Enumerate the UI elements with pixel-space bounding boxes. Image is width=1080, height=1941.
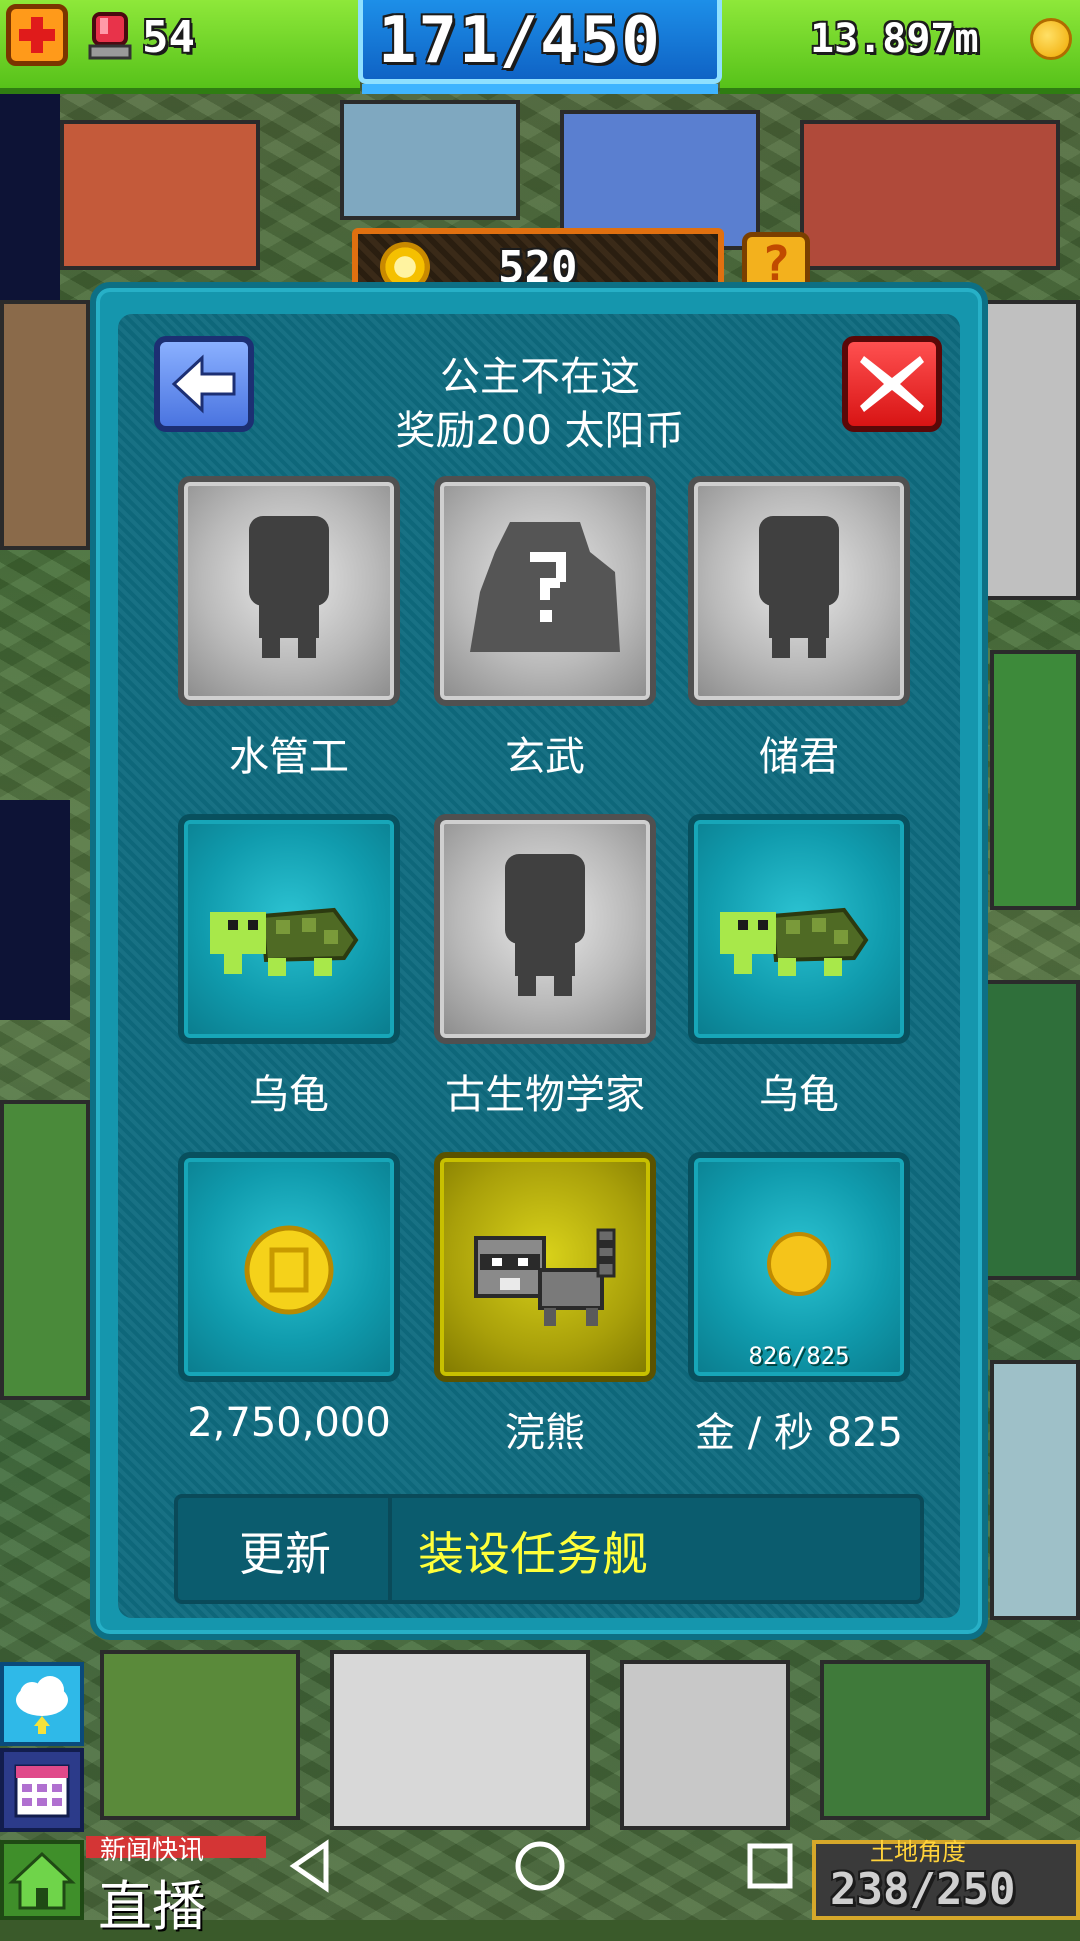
nav-back-icon[interactable] (282, 1836, 342, 1896)
top-hud: 54 171/450 13.897m (0, 0, 1080, 95)
tile-label: 乌龟 (249, 1072, 329, 1118)
dialog-title: 公主不在这 (440, 354, 640, 400)
tile-label: 储君 (759, 734, 839, 780)
tile-label: 乌龟 (759, 1072, 839, 1118)
task-link[interactable]: 装设任务舰 (418, 1518, 648, 1584)
turtle-icon (720, 907, 869, 976)
turtle-icon (210, 907, 359, 976)
tile-label: 2,750,000 (187, 1400, 391, 1446)
mystery-silhouette-icon (470, 522, 620, 652)
tile-label: 玄武 (505, 734, 585, 780)
siren-icon[interactable] (88, 8, 132, 62)
raccoon-icon (474, 1228, 616, 1326)
calendar-icon (14, 1764, 70, 1818)
tile-coin-reward[interactable] (178, 1152, 400, 1382)
arrow-left-icon (171, 354, 236, 414)
population-count: 171/450 (378, 4, 662, 78)
tile-raccoon[interactable] (434, 1152, 656, 1382)
tile-gold-per-second[interactable]: 826/825 (688, 1152, 910, 1382)
cloud-upload-icon (16, 1676, 68, 1734)
tile-paleontologist[interactable] (434, 814, 656, 1044)
siren-count: 54 (142, 12, 195, 63)
tile-crown-prince[interactable] (688, 476, 910, 706)
dialog-reward-text: 奖励200 太阳币 (395, 408, 685, 454)
nav-home-icon[interactable] (510, 1836, 570, 1896)
house-icon (8, 1851, 76, 1910)
tile-label: 金 / 秒 825 (695, 1410, 903, 1456)
coin-icon (244, 1225, 334, 1315)
medical-cross-button[interactable] (6, 4, 68, 66)
tile-turtle[interactable] (178, 814, 400, 1044)
gold-coin-icon (1030, 18, 1072, 60)
nav-recents-icon[interactable] (740, 1836, 800, 1896)
home-button[interactable] (0, 1840, 84, 1920)
tile-label: 古生物学家 (445, 1072, 645, 1118)
bar-divider (388, 1498, 392, 1600)
money-amount: 13.897m (810, 16, 979, 62)
tile-xuanwu[interactable] (434, 476, 656, 706)
cloud-button[interactable] (0, 1662, 84, 1746)
population-progress-bar (362, 84, 718, 94)
update-button[interactable]: 更新 (200, 1518, 370, 1584)
tile-label: 浣熊 (505, 1410, 585, 1456)
silhouette-person-icon (759, 516, 839, 658)
silhouette-person-icon (249, 516, 329, 658)
land-counter-value: 238/250 (830, 1864, 1016, 1915)
silhouette-person-icon (505, 854, 585, 996)
tile-turtle[interactable] (688, 814, 910, 1044)
close-icon (860, 356, 924, 412)
back-button[interactable] (154, 336, 254, 432)
land-counter-label: 土地角度 (870, 1838, 966, 1866)
live-news-button[interactable]: 直播 (98, 1862, 206, 1941)
close-button[interactable] (842, 336, 942, 432)
tile-label: 水管工 (229, 734, 349, 780)
gold-rate-counter: 826/825 (748, 1342, 850, 1370)
tile-plumber[interactable] (178, 476, 400, 706)
calendar-button[interactable] (0, 1748, 84, 1832)
